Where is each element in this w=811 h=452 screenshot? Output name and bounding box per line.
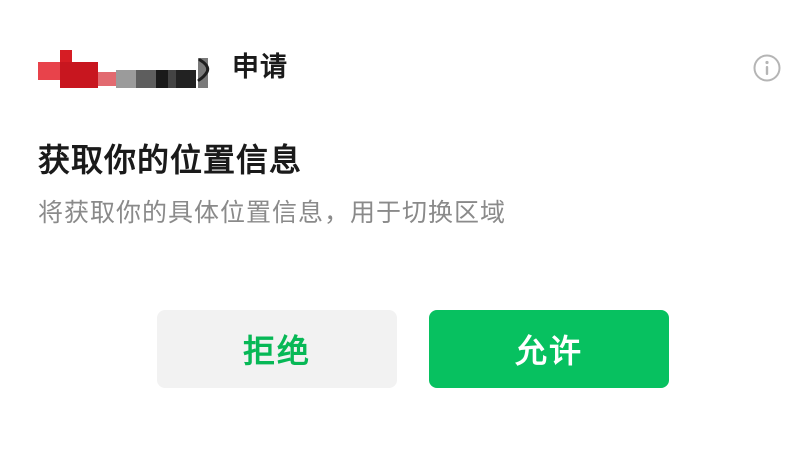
request-label: 申请 [232,52,288,83]
partial-name-glyph [197,56,213,86]
deny-button-label: 拒绝 [242,332,311,370]
dialog-title: 获取你的位置信息 [38,141,303,179]
dialog-header: 申请 [38,44,791,92]
app-identity-redacted [38,44,228,92]
dialog-description: 将获取你的具体位置信息，用于切换区域 [38,198,507,227]
allow-button-label: 允许 [514,332,583,370]
redacted-app-icon-and-name [38,44,208,92]
allow-button[interactable]: 允许 [429,310,669,388]
deny-button[interactable]: 拒绝 [157,310,397,388]
info-circle-icon[interactable] [753,54,781,82]
